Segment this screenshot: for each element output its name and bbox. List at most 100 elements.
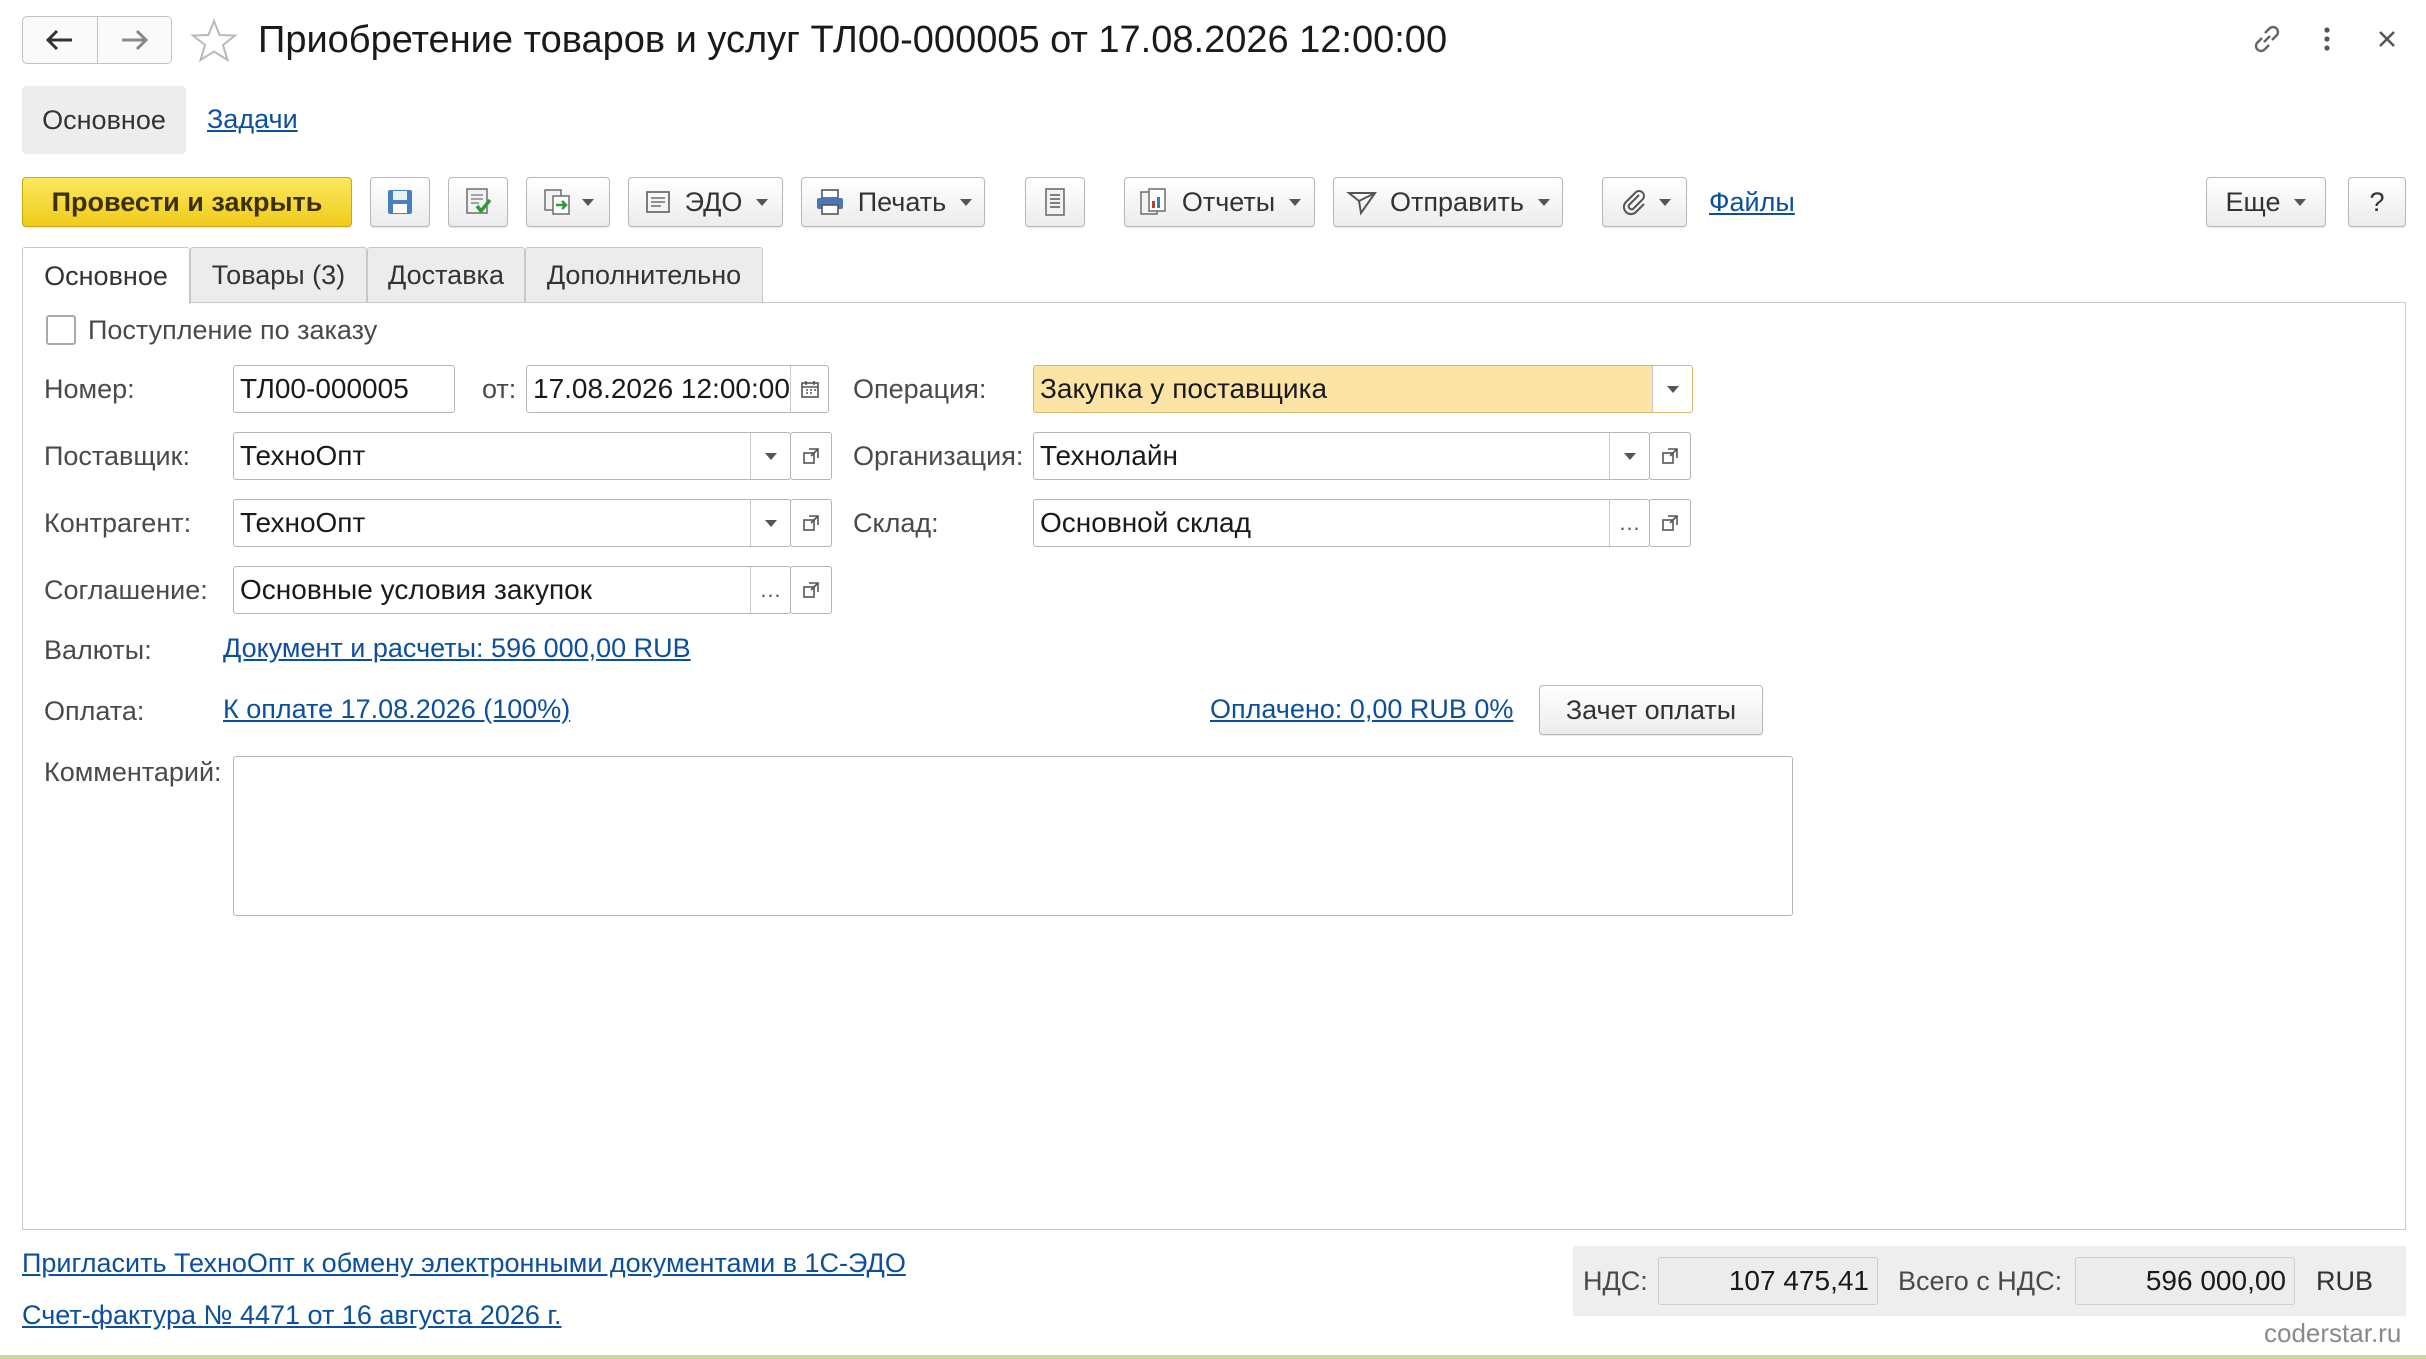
star-icon bbox=[190, 18, 238, 63]
close-button[interactable] bbox=[2370, 22, 2404, 61]
arrow-right-icon bbox=[122, 29, 149, 51]
window-title: Приобретение товаров и услуг ТЛ00-000005… bbox=[258, 19, 1448, 61]
tab-goods[interactable]: Товары (3) bbox=[190, 247, 367, 303]
more-label: Еще bbox=[2225, 186, 2281, 217]
reports-button[interactable]: Отчеты bbox=[1124, 177, 1315, 227]
link-button[interactable] bbox=[2250, 22, 2284, 61]
create-based-on-button[interactable] bbox=[526, 177, 610, 227]
number-field[interactable]: ТЛ00-000005 bbox=[233, 365, 455, 413]
create-based-icon bbox=[544, 189, 570, 215]
history-nav bbox=[22, 16, 172, 64]
chevron-down-icon[interactable] bbox=[1652, 366, 1692, 412]
total-value: 596 000,00 bbox=[2075, 1257, 2295, 1305]
open-supplier-button[interactable] bbox=[790, 432, 832, 480]
send-icon bbox=[1346, 192, 1377, 216]
payment-link[interactable]: К оплате 17.08.2026 (100%) bbox=[223, 694, 570, 725]
tab-additional[interactable]: Дополнительно bbox=[525, 247, 763, 303]
vat-value: 107 475,41 bbox=[1658, 1257, 1878, 1305]
chevron-down-icon bbox=[756, 198, 769, 206]
watermark: coderstar.ru bbox=[2264, 1318, 2402, 1348]
back-button[interactable] bbox=[23, 17, 97, 63]
invite-edo-link[interactable]: Пригласить ТехноОпт к обмену электронным… bbox=[22, 1248, 906, 1279]
by-order-checkbox[interactable] bbox=[46, 315, 76, 345]
vat-label: НДС: bbox=[1583, 1266, 1648, 1296]
offset-payment-button[interactable]: Зачет оплаты bbox=[1539, 685, 1763, 735]
counterparty-label: Контрагент: bbox=[44, 508, 192, 538]
chevron-down-icon bbox=[582, 198, 594, 206]
more-vertical-button[interactable] bbox=[2318, 22, 2336, 61]
date-label: от: bbox=[482, 374, 517, 404]
chevron-down-icon[interactable] bbox=[750, 433, 790, 479]
chevron-down-icon bbox=[1289, 198, 1302, 206]
comment-textarea[interactable] bbox=[233, 756, 1793, 916]
chevron-down-icon[interactable] bbox=[750, 500, 790, 546]
save-icon bbox=[388, 190, 412, 214]
link-icon bbox=[2254, 25, 2280, 53]
paperclip-icon bbox=[1622, 190, 1645, 216]
open-icon bbox=[1662, 448, 1678, 464]
more-button[interactable]: Еще bbox=[2206, 177, 2326, 227]
currency-link[interactable]: Документ и расчеты: 596 000,00 RUB bbox=[223, 633, 691, 664]
open-organization-button[interactable] bbox=[1649, 432, 1691, 480]
operation-label: Операция: bbox=[853, 374, 987, 404]
attach-button[interactable] bbox=[1602, 177, 1687, 227]
organization-field[interactable]: Технолайн bbox=[1033, 432, 1650, 480]
section-main[interactable]: Основное bbox=[22, 86, 186, 154]
section-tasks-link[interactable]: Задачи bbox=[207, 104, 298, 135]
print-button[interactable]: Печать bbox=[801, 177, 985, 227]
select-ellipsis-button[interactable]: … bbox=[1609, 500, 1649, 546]
chevron-down-icon[interactable] bbox=[1609, 433, 1649, 479]
agreement-label: Соглашение: bbox=[44, 575, 208, 605]
select-ellipsis-button[interactable]: … bbox=[750, 567, 790, 613]
chevron-down-icon bbox=[960, 198, 973, 206]
save-button[interactable] bbox=[370, 177, 430, 227]
edo-button[interactable]: ЭДО bbox=[628, 177, 783, 227]
more-vertical-icon bbox=[2324, 27, 2330, 51]
open-icon bbox=[803, 582, 819, 598]
edo-label: ЭДО bbox=[684, 186, 743, 217]
reports-label: Отчеты bbox=[1181, 186, 1276, 217]
post-and-close-button[interactable]: Провести и закрыть bbox=[22, 177, 352, 227]
warehouse-label: Склад: bbox=[853, 508, 939, 538]
list-document-icon bbox=[1045, 188, 1065, 216]
post-document-icon bbox=[466, 188, 492, 214]
bottom-accent-line bbox=[0, 1355, 2426, 1359]
chevron-down-icon bbox=[1658, 198, 1671, 206]
calendar-icon[interactable] bbox=[790, 366, 828, 412]
warehouse-field[interactable]: Основной склад … bbox=[1033, 499, 1650, 547]
number-label: Номер: bbox=[44, 374, 135, 404]
currency-label: Валюты: bbox=[44, 635, 152, 665]
supplier-field[interactable]: ТехноОпт bbox=[233, 432, 791, 480]
tab-main[interactable]: Основное bbox=[22, 247, 190, 304]
paid-link[interactable]: Оплачено: 0,00 RUB 0% bbox=[1210, 694, 1513, 725]
edo-icon bbox=[645, 191, 670, 213]
counterparty-field[interactable]: ТехноОпт bbox=[233, 499, 791, 547]
close-icon bbox=[2379, 31, 2395, 47]
tab-delivery[interactable]: Доставка bbox=[367, 247, 525, 303]
comment-label: Комментарий: bbox=[44, 757, 222, 787]
reports-icon bbox=[1140, 188, 1166, 215]
operation-select[interactable]: Закупка у поставщика bbox=[1033, 365, 1693, 413]
open-icon bbox=[1662, 515, 1678, 531]
date-field[interactable]: 17.08.2026 12:00:00 bbox=[526, 365, 829, 413]
send-button[interactable]: Отправить bbox=[1333, 177, 1563, 227]
post-button[interactable] bbox=[448, 177, 508, 227]
forward-button[interactable] bbox=[96, 17, 172, 63]
open-icon bbox=[803, 515, 819, 531]
printer-icon bbox=[816, 189, 843, 215]
structure-button[interactable] bbox=[1025, 177, 1085, 227]
open-warehouse-button[interactable] bbox=[1649, 499, 1691, 547]
help-button[interactable]: ? bbox=[2348, 177, 2406, 227]
agreement-field[interactable]: Основные условия закупок … bbox=[233, 566, 791, 614]
currency-code: RUB bbox=[2316, 1266, 2374, 1296]
organization-label: Организация: bbox=[853, 441, 1024, 471]
arrow-left-icon bbox=[45, 29, 72, 51]
favorite-star-button[interactable] bbox=[190, 18, 238, 69]
invoice-link[interactable]: Счет-фактура № 4471 от 16 августа 2026 г… bbox=[22, 1300, 561, 1331]
open-agreement-button[interactable] bbox=[790, 566, 832, 614]
payment-label: Оплата: bbox=[44, 696, 145, 726]
print-label: Печать bbox=[857, 186, 947, 217]
files-link[interactable]: Файлы bbox=[1709, 187, 1795, 218]
open-icon bbox=[803, 448, 819, 464]
open-counterparty-button[interactable] bbox=[790, 499, 832, 547]
